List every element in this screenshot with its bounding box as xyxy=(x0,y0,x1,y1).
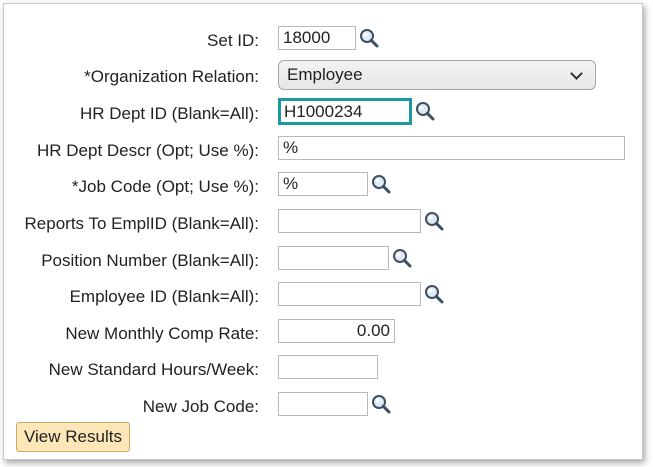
row-reports-to: Reports To EmplID (Blank=All): xyxy=(4,209,642,237)
hr-dept-id-label: HR Dept ID (Blank=All): xyxy=(79,104,259,123)
row-job-code: *Job Code (Opt; Use %): % xyxy=(4,172,642,200)
hr-dept-descr-label: HR Dept Descr (Opt; Use %): xyxy=(37,141,259,160)
row-position-number: Position Number (Blank=All): xyxy=(4,246,642,274)
set-id-lookup-icon[interactable] xyxy=(358,27,380,49)
row-employee-id: Employee ID (Blank=All): xyxy=(4,282,642,310)
reports-to-lookup-icon[interactable] xyxy=(423,210,445,232)
position-number-input[interactable] xyxy=(278,246,389,270)
hr-dept-descr-input[interactable]: % xyxy=(278,136,625,160)
org-relation-label: *Organization Relation: xyxy=(84,67,259,86)
view-results-button[interactable]: View Results xyxy=(16,422,130,452)
org-relation-select[interactable]: Employee xyxy=(278,60,596,90)
reports-to-input[interactable] xyxy=(278,209,421,233)
job-code-label: *Job Code (Opt; Use %): xyxy=(71,177,259,196)
hr-dept-id-input[interactable]: H1000234 xyxy=(278,98,412,125)
employee-id-lookup-icon[interactable] xyxy=(423,283,445,305)
org-relation-value: Employee xyxy=(287,65,363,84)
position-number-label: Position Number (Blank=All): xyxy=(41,251,259,270)
row-monthly-comp: New Monthly Comp Rate: 0.00 xyxy=(4,319,642,347)
std-hours-input[interactable] xyxy=(278,355,378,379)
row-new-job-code: New Job Code: xyxy=(4,392,642,420)
monthly-comp-input[interactable]: 0.00 xyxy=(278,319,395,343)
chevron-down-icon xyxy=(570,67,583,80)
search-form-panel: Set ID: 18000 *Organization Relation: Em… xyxy=(3,3,643,460)
new-job-code-label: New Job Code: xyxy=(142,397,259,416)
new-job-code-lookup-icon[interactable] xyxy=(370,393,392,415)
row-hr-dept-descr: HR Dept Descr (Opt; Use %): % xyxy=(4,136,642,164)
employee-id-label: Employee ID (Blank=All): xyxy=(69,287,259,306)
monthly-comp-label: New Monthly Comp Rate: xyxy=(65,324,259,343)
hr-dept-id-lookup-icon[interactable] xyxy=(414,100,436,122)
row-hr-dept-id: HR Dept ID (Blank=All): H1000234 xyxy=(4,98,642,127)
job-code-input[interactable]: % xyxy=(278,172,368,196)
position-number-lookup-icon[interactable] xyxy=(391,247,413,269)
job-code-lookup-icon[interactable] xyxy=(370,173,392,195)
row-std-hours: New Standard Hours/Week: xyxy=(4,355,642,383)
new-job-code-input[interactable] xyxy=(278,392,368,416)
set-id-label: Set ID: xyxy=(207,31,259,50)
employee-id-input[interactable] xyxy=(278,282,421,306)
set-id-input[interactable]: 18000 xyxy=(278,26,356,50)
std-hours-label: New Standard Hours/Week: xyxy=(48,360,259,379)
reports-to-label: Reports To EmplID (Blank=All): xyxy=(24,214,259,233)
row-set-id: Set ID: 18000 xyxy=(4,26,642,54)
row-org-relation: *Organization Relation: Employee xyxy=(4,60,642,90)
